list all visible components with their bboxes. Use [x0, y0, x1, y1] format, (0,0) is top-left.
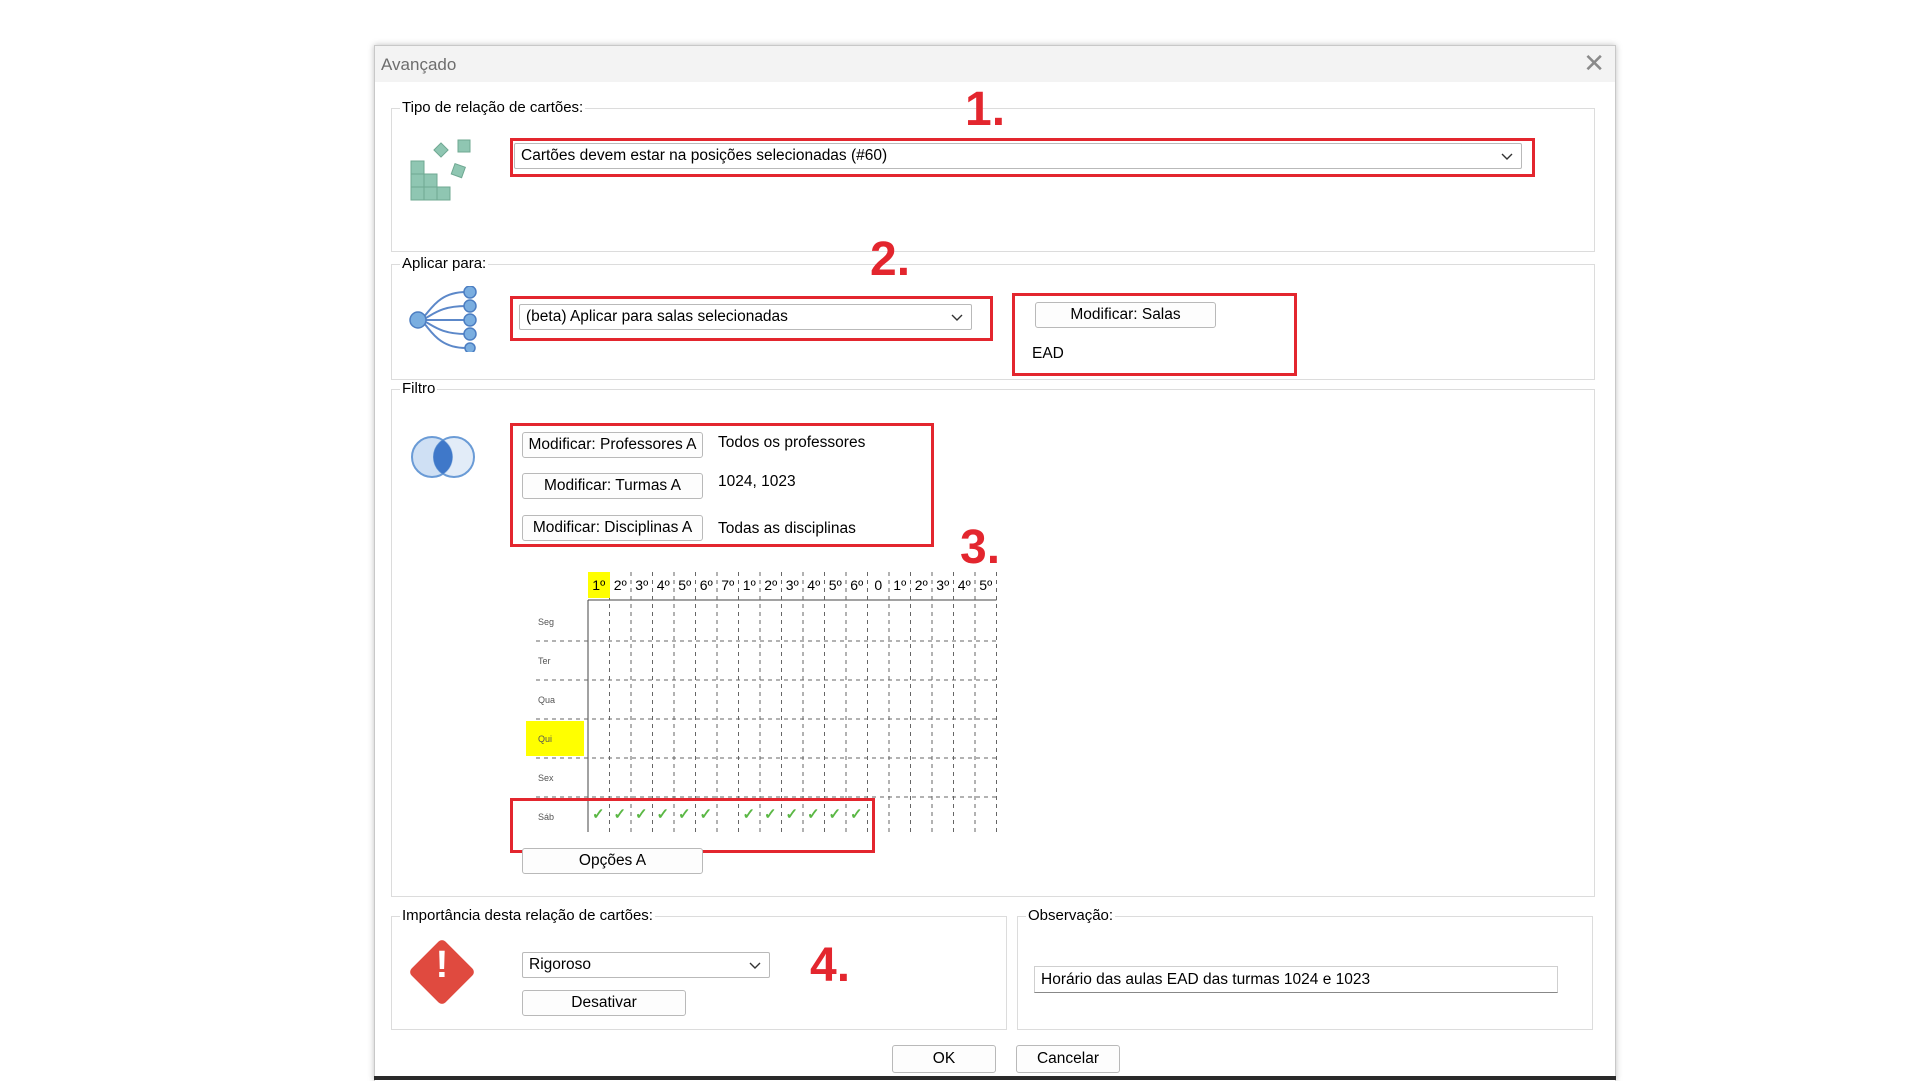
grid-column-header[interactable]: 5º: [975, 572, 997, 598]
annotation-2: 2.: [870, 233, 911, 286]
annotation-box-2b: [1012, 293, 1297, 376]
disable-button[interactable]: Desativar: [522, 990, 686, 1016]
grid-column-header[interactable]: 0: [868, 572, 890, 598]
grid-column-header[interactable]: 2º: [760, 572, 782, 598]
grid-column-header[interactable]: 4º: [954, 572, 976, 598]
title-bar: Avançado ✕: [375, 46, 1615, 82]
grid-column-header[interactable]: 3º: [932, 572, 954, 598]
grid-column-header[interactable]: 4º: [803, 572, 825, 598]
observation-field[interactable]: Horário das aulas EAD das turmas 1024 e …: [1034, 966, 1558, 993]
importance-value: Rigoroso: [529, 956, 592, 973]
grid-column-header[interactable]: 1º: [588, 572, 610, 598]
grid-column-header[interactable]: 3º: [631, 572, 653, 598]
annotation-box-3a: [510, 423, 934, 547]
group-tipo-label: Tipo de relação de cartões:: [400, 99, 586, 116]
grid-column-header[interactable]: 2º: [610, 572, 632, 598]
warning-exclamation: !: [435, 944, 449, 986]
grid-column-header[interactable]: 7º: [717, 572, 739, 598]
options-button[interactable]: Opções A: [522, 848, 703, 874]
annotation-box-2a: [510, 296, 993, 341]
annotation-box-1: [510, 138, 1535, 177]
tree-branches-icon: [409, 286, 477, 352]
cancel-button[interactable]: Cancelar: [1016, 1045, 1120, 1073]
ok-button[interactable]: OK: [892, 1045, 996, 1073]
grid-column-header[interactable]: 5º: [825, 572, 847, 598]
group-aplicar-label: Aplicar para:: [400, 255, 489, 272]
annotation-1: 1.: [965, 83, 1006, 136]
grid-column-header[interactable]: 6º: [846, 572, 868, 598]
cards-arrangement-icon: [410, 139, 471, 201]
grid-column-header[interactable]: 2º: [911, 572, 933, 598]
grid-column-header[interactable]: 1º: [739, 572, 761, 598]
group-importancia-label: Importância desta relação de cartões:: [400, 907, 655, 924]
chevron-down-icon: [749, 962, 761, 969]
close-icon[interactable]: ✕: [1583, 48, 1605, 78]
grid-column-header[interactable]: 3º: [782, 572, 804, 598]
grid-column-header[interactable]: 4º: [653, 572, 675, 598]
group-observacao-label: Observação:: [1026, 907, 1116, 924]
venn-circles-icon: [411, 436, 475, 478]
annotation-3: 3.: [960, 521, 1001, 574]
grid-row-label[interactable]: Ter: [526, 643, 584, 678]
grid-row-label[interactable]: Qua: [526, 682, 584, 717]
group-filtro-label: Filtro: [400, 380, 438, 397]
grid-column-header[interactable]: 5º: [674, 572, 696, 598]
grid-column-header[interactable]: 6º: [696, 572, 718, 598]
annotation-4: 4.: [810, 939, 851, 992]
grid-row-label[interactable]: Qui: [526, 721, 584, 756]
grid-row-label[interactable]: Sex: [526, 760, 584, 795]
dialog-title: Avançado: [381, 55, 457, 74]
annotation-box-3b: [510, 798, 875, 853]
grid-column-header[interactable]: 1º: [889, 572, 911, 598]
window-bottom-edge: [374, 1076, 1616, 1080]
importance-select[interactable]: Rigoroso: [522, 952, 770, 978]
grid-row-label[interactable]: Seg: [526, 604, 584, 639]
